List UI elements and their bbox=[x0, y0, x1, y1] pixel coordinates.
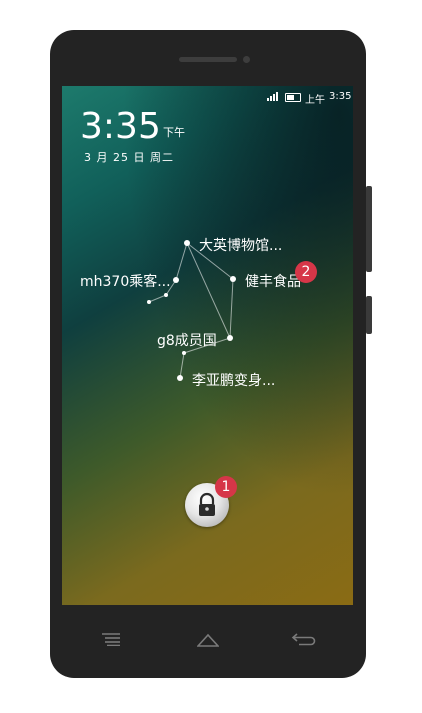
topic-g8[interactable]: g8成员国 bbox=[157, 330, 217, 350]
lock-notification-badge: 1 bbox=[215, 476, 237, 498]
topic-notification-badge: 2 bbox=[295, 261, 317, 283]
topic-li-yapeng[interactable]: 李亚鹏变身... bbox=[192, 370, 275, 390]
back-icon[interactable] bbox=[291, 632, 317, 646]
topic-mh370[interactable]: mh370乘客... bbox=[80, 271, 171, 291]
earpiece-speaker bbox=[179, 57, 237, 62]
home-icon[interactable] bbox=[197, 633, 219, 647]
menu-icon[interactable] bbox=[102, 633, 120, 646]
topic-british-museum[interactable]: 大英博物馆... bbox=[199, 235, 282, 255]
volume-button[interactable] bbox=[366, 186, 372, 272]
lock-screen[interactable]: 上午 3:35 3:35 下午 3 月 25 日 周二 大英博物馆... mh3… bbox=[62, 86, 353, 605]
navigation-bar bbox=[62, 605, 353, 675]
power-button[interactable] bbox=[366, 296, 372, 334]
front-camera bbox=[243, 56, 250, 63]
topic-jianfeng-food[interactable]: 健丰食品 bbox=[245, 271, 301, 291]
